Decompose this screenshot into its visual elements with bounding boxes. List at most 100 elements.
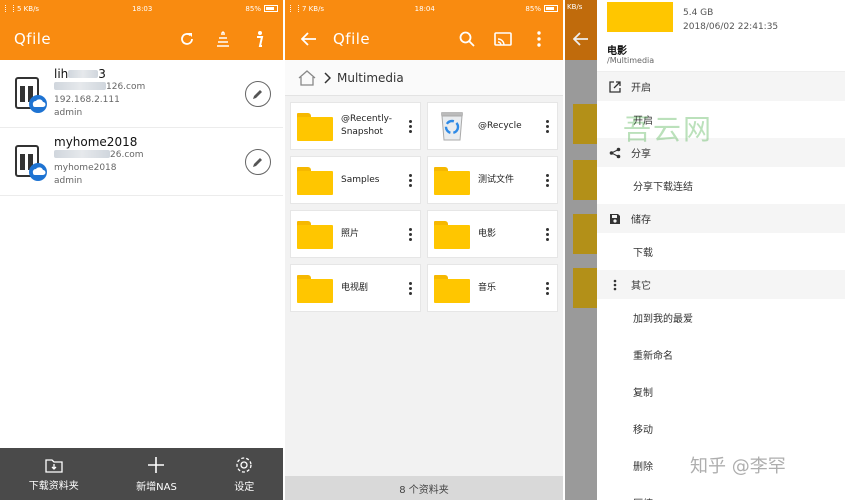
folder-label: 照片 (341, 228, 360, 239)
folder-tile[interactable]: 电影 (427, 210, 558, 258)
file-thumbnail (607, 2, 673, 32)
net-speed: 7 KB/s (302, 4, 325, 13)
more-vertical-icon[interactable] (406, 281, 414, 295)
add-nas-button[interactable]: 新增NAS (136, 456, 177, 493)
bottom-nav: 下载资料夹 新增NAS 设定 (0, 448, 283, 500)
battery-level: 85% (245, 4, 261, 13)
action-copy[interactable]: 复制 (597, 373, 845, 410)
more-vertical-icon[interactable] (543, 173, 551, 187)
back-arrow-icon[interactable] (299, 29, 319, 49)
battery-icon (263, 5, 278, 12)
nas-device-icon (14, 74, 48, 114)
action-compress[interactable]: 压缩 (597, 484, 845, 500)
site-watermark: 吾云网 (623, 113, 714, 146)
more-vertical-icon[interactable] (543, 119, 551, 133)
folder-count: 8 个资料夹 (399, 484, 449, 496)
section-save: 储存 (597, 204, 845, 233)
folder-tile[interactable]: 电视剧 (290, 264, 421, 312)
action-share-link[interactable]: 分享下载连结 (597, 167, 845, 204)
header: 7 KB/s 18:04 85% Qfile (285, 0, 563, 60)
download-folder-label: 下载资料夹 (28, 480, 79, 492)
nas-name: lih (54, 66, 69, 81)
sort-icon[interactable] (213, 29, 233, 49)
app-title: Qfile (14, 29, 52, 48)
folder-icon (297, 165, 333, 195)
cast-icon[interactable] (493, 29, 513, 49)
breadcrumb: Multimedia (285, 60, 563, 96)
folder-tile[interactable]: @Recently-Snapshot (290, 102, 421, 150)
folder-icon (297, 219, 333, 249)
signal-icon (290, 5, 299, 12)
folder-tile[interactable]: 测试文件 (427, 156, 558, 204)
folder-label: 测试文件 (478, 174, 515, 185)
recycle-bin-icon (434, 111, 470, 141)
chevron-right-icon (324, 71, 331, 84)
folder-label: 电视剧 (341, 282, 369, 293)
download-folder-icon (45, 458, 63, 473)
header: 5 KB/s 18:03 85% Qfile (0, 0, 283, 60)
nas-user: admin (54, 175, 83, 186)
folder-tile[interactable]: 音乐 (427, 264, 558, 312)
author-watermark: 知乎 @李罕 (690, 456, 786, 477)
dimmed-folder (573, 160, 597, 200)
action-download[interactable]: 下载 (597, 233, 845, 270)
more-vertical-icon[interactable] (406, 173, 414, 187)
file-path: /Multimedia (607, 56, 655, 65)
nas-user: admin (54, 107, 83, 118)
signal-icon (5, 5, 14, 12)
section-title: 开启 (631, 83, 651, 94)
section-title: 储存 (631, 215, 651, 226)
settings-button[interactable]: 设定 (234, 456, 254, 493)
app-bar: Qfile (285, 17, 563, 60)
file-date: 2018/06/02 22:41:35 (683, 22, 779, 32)
nas-list-screen: 5 KB/s 18:03 85% Qfile lih 3 126.com 192… (0, 0, 283, 500)
pencil-icon (253, 157, 262, 167)
breadcrumb-current[interactable]: Multimedia (337, 71, 404, 85)
redacted-area (68, 70, 99, 78)
folder-tile[interactable]: 照片 (290, 210, 421, 258)
folder-icon (297, 111, 333, 141)
folder-tile[interactable]: @Recycle (427, 102, 558, 150)
more-vertical-icon[interactable] (543, 281, 551, 295)
dimmed-folder (573, 268, 597, 308)
file-details: 5.4 GB 2018/06/02 22:41:35 电影 /Multimedi… (597, 0, 845, 72)
refresh-icon[interactable] (177, 29, 197, 49)
folder-label: @Recycle (478, 120, 522, 131)
folder-count-bar: 8 个资料夹 (285, 476, 563, 500)
pencil-icon (253, 89, 262, 99)
action-rename[interactable]: 重新命名 (597, 336, 845, 373)
download-folder-button[interactable]: 下载资料夹 (29, 457, 79, 492)
edit-nas-button[interactable] (245, 148, 271, 175)
share-icon (609, 147, 621, 158)
more-vertical-icon[interactable] (543, 227, 551, 241)
nas-name: myhome2018 (54, 134, 138, 149)
folder-browser-screen: 7 KB/s 18:04 85% Qfile Multimedia @Recen… (285, 0, 563, 500)
folder-icon (434, 165, 470, 195)
nas-list-item[interactable]: lih 3 126.com 192.168.2.111 admin (0, 60, 283, 128)
folder-tile[interactable]: Samples (290, 156, 421, 204)
more-vertical-icon[interactable] (406, 119, 414, 133)
app-title: Qfile (333, 29, 371, 48)
action-move[interactable]: 移动 (597, 410, 845, 447)
settings-label: 设定 (234, 481, 255, 493)
nas-host: 126.com (106, 81, 146, 92)
nas-name-tail: 3 (98, 66, 106, 81)
gear-icon (236, 456, 252, 473)
home-icon[interactable] (297, 69, 317, 86)
more-vertical-icon[interactable] (529, 29, 549, 49)
edit-nas-button[interactable] (245, 80, 271, 107)
action-add-favorite[interactable]: 加到我的最爱 (597, 299, 845, 336)
status-bar: 7 KB/s 18:04 85% (285, 0, 563, 17)
nas-ip: myhome2018 (54, 162, 117, 173)
nas-list-item[interactable]: myhome2018 26.com myhome2018 admin (0, 128, 283, 196)
info-icon[interactable] (249, 29, 269, 49)
section-other: 其它 (597, 270, 845, 299)
folder-icon (434, 273, 470, 303)
more-vertical-icon (613, 279, 617, 290)
more-vertical-icon[interactable] (406, 227, 414, 241)
clock: 18:04 (414, 4, 435, 13)
plus-icon (148, 456, 165, 473)
file-size: 5.4 GB (683, 8, 714, 18)
battery-level: 85% (525, 4, 541, 13)
search-icon[interactable] (457, 29, 477, 49)
